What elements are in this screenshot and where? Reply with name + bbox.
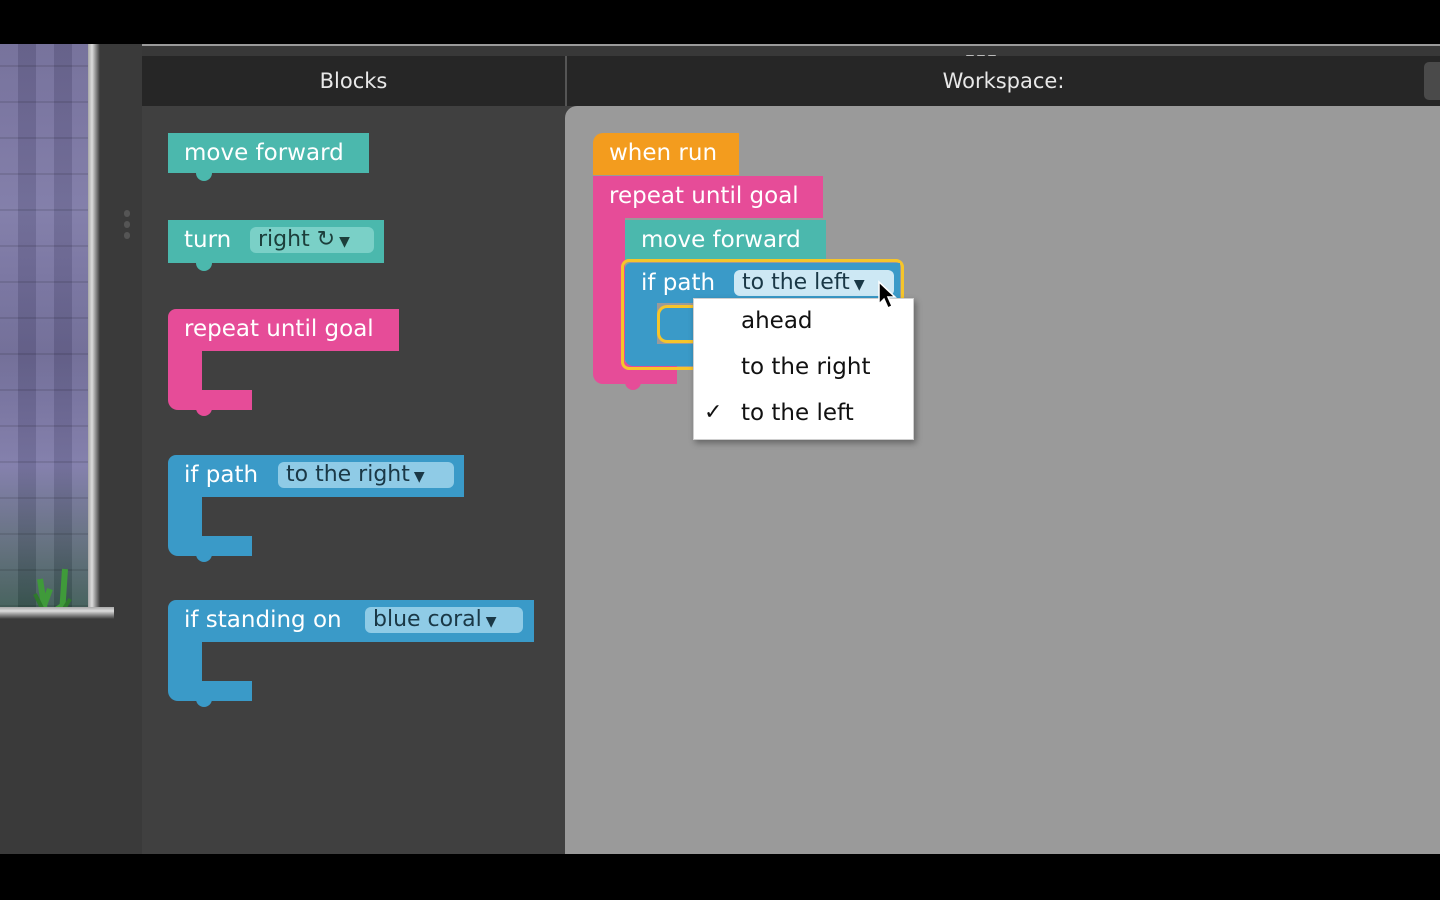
letterbox-bottom <box>0 854 1440 900</box>
drag-handle-icon[interactable] <box>966 44 1000 59</box>
dropdown-value: blue coral <box>373 607 482 632</box>
block-label: turn <box>184 227 232 253</box>
workspace-if-path-block[interactable]: if path to the left ▼ <box>625 263 900 303</box>
path-direction-dropdown[interactable]: to the left ▼ <box>734 270 894 296</box>
c-block-arm <box>625 303 657 347</box>
menu-item-label: to the right <box>741 354 871 380</box>
c-block-foot <box>168 536 252 556</box>
dropdown-value: to the left <box>742 270 850 295</box>
block-label: if path <box>641 270 716 296</box>
c-block-arm <box>168 497 202 539</box>
dropdown-arrow-icon: ▼ <box>339 234 350 250</box>
c-block-foot <box>625 344 697 366</box>
splitter-grip-icon[interactable] <box>124 210 132 242</box>
menu-item-to-the-left[interactable]: ✓ to the left <box>694 391 913 435</box>
dropdown-value: right ↻ <box>258 227 336 252</box>
when-run-block[interactable]: when run <box>593 133 739 175</box>
block-label: repeat until goal <box>184 316 374 342</box>
block-label: repeat until goal <box>609 183 799 209</box>
seaweed-sprite <box>33 568 72 607</box>
editor-top-bar <box>142 44 1440 56</box>
block-label: when run <box>609 140 718 166</box>
dropdown-arrow-icon: ▼ <box>853 277 865 293</box>
c-block-arm <box>168 351 202 393</box>
mouse-cursor-icon <box>878 280 897 310</box>
toolbox-if-standing-on-block[interactable]: if standing on blue coral ▼ <box>168 600 534 642</box>
toolbox-repeat-until-goal-block[interactable]: repeat until goal <box>168 309 399 351</box>
c-block-foot <box>168 681 252 701</box>
block-label: if standing on <box>184 607 342 633</box>
game-frame-bottom <box>0 607 114 634</box>
block-label: move forward <box>184 140 344 166</box>
menu-item-label: ahead <box>741 308 813 334</box>
path-direction-menu: ahead to the right ✓ to the left <box>693 298 914 440</box>
toolbox-turn-block[interactable]: turn right ↻ ▼ <box>168 220 384 271</box>
c-block-arm <box>168 642 202 684</box>
toolbox-move-forward-block[interactable]: move forward <box>168 133 369 181</box>
toolbox-if-path-block[interactable]: if path to the right ▼ <box>168 455 464 497</box>
dropdown-arrow-icon: ▼ <box>413 469 425 485</box>
splitter[interactable] <box>114 44 142 644</box>
c-block-foot <box>168 390 252 410</box>
workspace-canvas[interactable] <box>565 106 1440 854</box>
workspace-header: Workspace: <box>567 56 1440 106</box>
turn-direction-dropdown[interactable]: right ↻ ▼ <box>250 227 374 253</box>
dropdown-value: to the right <box>286 462 410 487</box>
left-gutter <box>0 634 142 854</box>
path-direction-dropdown[interactable]: to the right ▼ <box>278 462 454 488</box>
workspace-move-forward-block[interactable]: move forward <box>625 220 826 260</box>
game-view <box>0 44 88 607</box>
block-label: if path <box>184 462 259 488</box>
block-label: move forward <box>641 227 801 253</box>
repeat-until-goal-block[interactable]: repeat until goal <box>593 176 823 218</box>
blocks-header: Blocks <box>142 56 565 106</box>
menu-item-label: to the left <box>741 400 854 426</box>
workspace-side-tab[interactable] <box>1424 62 1440 100</box>
checkmark-icon: ✓ <box>704 400 723 425</box>
game-frame <box>88 44 114 634</box>
standing-on-dropdown[interactable]: blue coral ▼ <box>365 607 523 633</box>
menu-item-to-the-right[interactable]: to the right <box>694 345 913 389</box>
empty-statement-slot[interactable] <box>657 305 697 343</box>
dropdown-arrow-icon: ▼ <box>485 614 497 630</box>
